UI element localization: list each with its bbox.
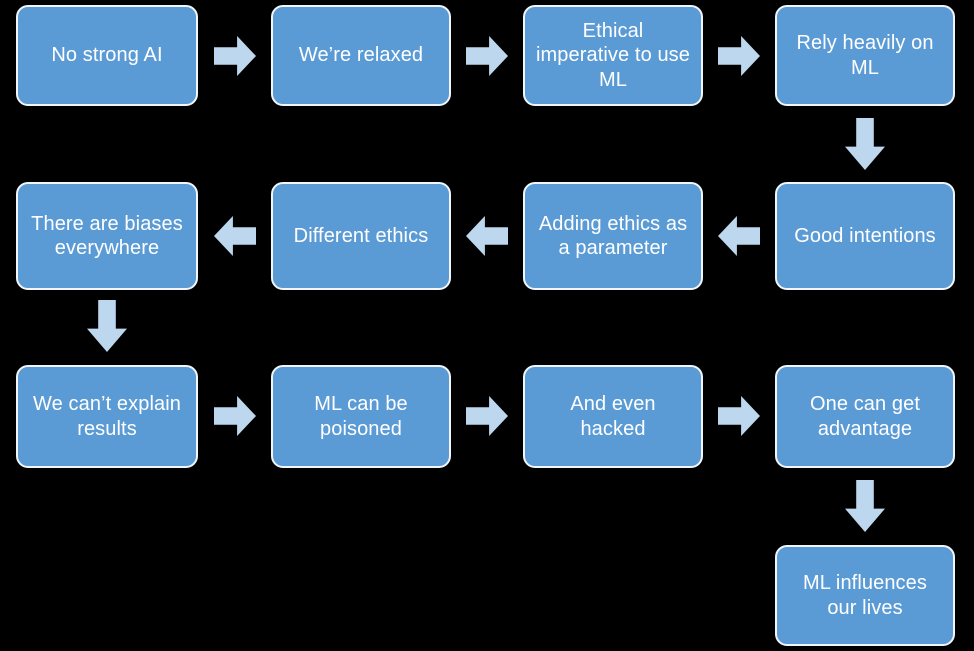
node-label: ML influences our lives (803, 572, 927, 619)
node-label: Rely heavily on ML (796, 32, 934, 79)
node-ml-poisoned[interactable]: ML can be poisoned (271, 365, 451, 468)
flowchart-canvas: No strong AI We’re relaxed Ethical imperat… (0, 0, 974, 651)
node-label: ML can be poisoned (314, 393, 408, 440)
node-no-strong-ai[interactable]: No strong AI (16, 5, 198, 106)
arrow-right-icon (718, 396, 760, 436)
node-label: We can’t explain results (33, 393, 181, 440)
node-ethical-imperative[interactable]: Ethical imperative to use ML (523, 5, 703, 106)
node-label: Adding ethics as a parameter (538, 212, 688, 259)
node-biases-everywhere[interactable]: There are biases everywhere (16, 182, 198, 290)
arrow-left-icon (214, 216, 256, 256)
node-label: Different ethics (293, 224, 429, 247)
node-were-relaxed[interactable]: We’re relaxed (271, 5, 451, 106)
arrow-right-icon (466, 396, 508, 436)
arrow-right-icon (214, 396, 256, 436)
node-label: Good intentions (794, 224, 936, 247)
arrow-right-icon (214, 36, 256, 76)
arrow-down-icon (845, 480, 885, 532)
arrow-right-icon (466, 36, 508, 76)
node-rely-heavily-on-ml[interactable]: Rely heavily on ML (775, 5, 955, 106)
node-label: One can get advantage (809, 393, 921, 440)
node-and-even-hacked[interactable]: And even hacked (523, 365, 703, 468)
node-adding-ethics[interactable]: Adding ethics as a parameter (523, 182, 703, 290)
node-ml-influences-lives[interactable]: ML influences our lives (775, 545, 955, 646)
node-cant-explain[interactable]: We can’t explain results (16, 365, 198, 468)
arrow-left-icon (718, 216, 760, 256)
node-label: No strong AI (51, 44, 163, 67)
arrow-right-icon (718, 36, 760, 76)
node-label: And even hacked (570, 393, 656, 440)
node-good-intentions[interactable]: Good intentions (775, 182, 955, 290)
node-label: We’re relaxed (298, 44, 424, 67)
node-one-can-get-adv[interactable]: One can get advantage (775, 365, 955, 468)
arrow-down-icon (87, 300, 127, 352)
arrow-left-icon (466, 216, 508, 256)
node-label: Ethical imperative to use ML (536, 19, 690, 91)
arrow-down-icon (845, 118, 885, 170)
node-different-ethics[interactable]: Different ethics (271, 182, 451, 290)
node-label: There are biases everywhere (31, 212, 183, 259)
